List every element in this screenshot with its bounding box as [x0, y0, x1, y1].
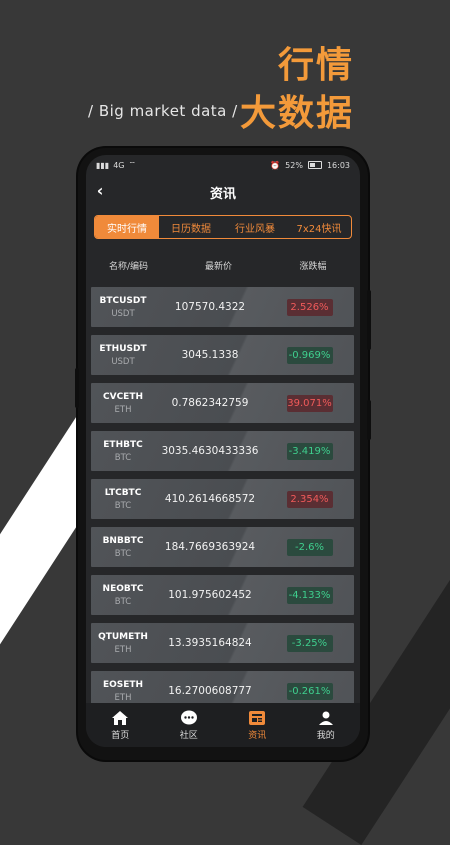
row-change-badge: -0.969%: [286, 346, 333, 364]
row-price: 410.2614668572: [164, 493, 256, 505]
wifi-icon: ⌔: [128, 160, 137, 169]
navigation-bar: ‹ 资讯: [86, 175, 360, 209]
row-symbol: LTCBTC: [104, 487, 142, 498]
row-price: 107570.4322: [174, 301, 246, 313]
tab-bar: 实时行情 日历数据 行业风暴 7x24快讯: [94, 215, 352, 239]
table-row[interactable]: QTUMETH ETH 13.3935164824 -3.25%: [91, 623, 354, 663]
phone-side-button: [75, 368, 79, 408]
table-row[interactable]: ETHBTC BTC 3035.4630433336 -3.419%: [91, 431, 354, 471]
tab-calendar-data[interactable]: 日历数据: [159, 216, 223, 238]
phone-power-button: [367, 290, 371, 350]
table-row[interactable]: ETHUSDT USDT 3045.1338 -0.969%: [91, 335, 354, 375]
row-symbol: QTUMETH: [98, 631, 148, 642]
row-price: 184.7669363924: [164, 541, 256, 553]
row-symbol: CVCETH: [103, 391, 143, 402]
column-header-change: 涨跌幅: [299, 261, 327, 272]
row-quote-currency: USDT: [111, 356, 135, 367]
row-quote-currency: BTC: [114, 500, 132, 511]
clock: 16:03: [326, 160, 350, 170]
row-price: 3035.4630433336: [161, 445, 259, 457]
table-row[interactable]: LTCBTC BTC 410.2614668572 2.354%: [91, 479, 354, 519]
row-quote-currency: ETH: [114, 404, 132, 415]
table-header: 名称/编码 最新价 涨跌幅: [86, 253, 360, 277]
row-price: 16.2700608777: [168, 685, 252, 697]
nav-profile-label: 我的: [316, 730, 335, 741]
row-symbol: ETHBTC: [103, 439, 143, 450]
row-quote-currency: USDT: [111, 308, 135, 319]
battery-icon: [307, 161, 322, 169]
tab-7x24-flash[interactable]: 7x24快讯: [287, 216, 351, 238]
nav-news[interactable]: 资讯: [223, 703, 292, 747]
row-change-badge: -3.419%: [286, 442, 333, 460]
chat-icon: [180, 710, 197, 724]
row-change-badge: 39.071%: [286, 394, 333, 412]
row-symbol: NEOBTC: [102, 583, 144, 594]
bottom-navigation: 首页 社区 资讯 我的: [86, 703, 360, 747]
news-icon: [249, 710, 266, 725]
tab-realtime-quotes[interactable]: 实时行情: [95, 216, 159, 238]
table-row[interactable]: BNBBTC BTC 184.7669363924 -2.6%: [91, 527, 354, 567]
row-change-badge: -2.6%: [286, 538, 333, 556]
row-symbol: EOSETH: [102, 679, 144, 690]
row-change-badge: -3.25%: [286, 634, 333, 652]
alarm-icon: ⏰: [270, 160, 281, 170]
nav-profile[interactable]: 我的: [292, 703, 361, 747]
row-change-badge: -4.133%: [286, 586, 333, 604]
promo-title-line1: 行情: [277, 45, 354, 86]
row-price: 3045.1338: [181, 349, 239, 361]
row-quote-currency: BTC: [114, 452, 132, 463]
row-quote-currency: BTC: [114, 596, 132, 607]
table-row[interactable]: BTCUSDT USDT 107570.4322 2.526%: [91, 287, 354, 327]
tab-industry-storm[interactable]: 行业风暴: [223, 216, 287, 238]
decorative-stripe-grey: [394, 436, 450, 694]
status-bar: ▮▮▮ 4G ⌔ ⏰ 52% 16:03: [86, 155, 360, 175]
battery-percent: 52%: [285, 160, 303, 170]
home-icon: [112, 710, 129, 725]
page-title: 资讯: [209, 186, 236, 202]
promo-title-line2: 大数据: [239, 93, 354, 134]
nav-home-label: 首页: [111, 730, 130, 741]
signal-icon: ▮▮▮: [96, 160, 110, 170]
row-price: 101.975602452: [168, 589, 252, 601]
nav-news-label: 资讯: [248, 730, 267, 741]
row-symbol: BNBBTC: [102, 535, 144, 546]
profile-icon: [318, 711, 333, 725]
row-quote-currency: ETH: [114, 692, 132, 703]
nav-home[interactable]: 首页: [86, 703, 155, 747]
nav-community[interactable]: 社区: [155, 703, 224, 747]
row-change-badge: 2.526%: [286, 298, 333, 316]
row-change-badge: -0.261%: [286, 682, 333, 700]
network-label: 4G: [113, 160, 125, 170]
row-symbol: ETHUSDT: [99, 343, 147, 354]
nav-community-label: 社区: [179, 730, 198, 741]
row-symbol: BTCUSDT: [99, 295, 147, 306]
column-header-name: 名称/编码: [108, 261, 149, 272]
phone-screen: ▮▮▮ 4G ⌔ ⏰ 52% 16:03 ‹ 资讯 实时行情 日历数据 行业风暴…: [86, 155, 360, 747]
row-price: 13.3935164824: [168, 637, 252, 649]
promo-subtitle: / Big market data /: [88, 102, 238, 120]
phone-volume-button: [367, 400, 371, 440]
row-change-badge: 2.354%: [286, 490, 333, 508]
quote-list: BTCUSDT USDT 107570.4322 2.526% ETHUSDT US…: [86, 287, 360, 711]
back-arrow-icon[interactable]: ‹: [92, 183, 108, 199]
row-price: 0.7862342759: [171, 397, 249, 409]
row-quote-currency: BTC: [114, 548, 132, 559]
table-row[interactable]: CVCETH ETH 0.7862342759 39.071%: [91, 383, 354, 423]
table-row[interactable]: NEOBTC BTC 101.975602452 -4.133%: [91, 575, 354, 615]
column-header-price: 最新价: [204, 261, 232, 272]
row-quote-currency: ETH: [114, 644, 132, 655]
